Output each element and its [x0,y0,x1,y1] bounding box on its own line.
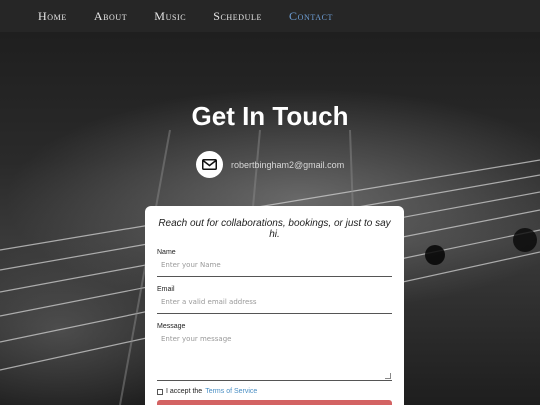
message-textarea[interactable]: Enter your message [157,330,392,381]
resize-handle-icon[interactable] [385,373,391,379]
nav-schedule[interactable]: Schedule [213,9,262,24]
terms-checkbox[interactable] [157,388,163,395]
name-label: Name [157,249,176,256]
email-input[interactable]: Enter a valid email address [157,293,392,314]
submit-button[interactable] [157,400,392,405]
nav-about[interactable]: About [94,9,127,24]
name-input[interactable]: Enter your Name [157,256,392,277]
terms-link[interactable]: Terms of Service [205,388,257,395]
nav-music[interactable]: Music [154,9,186,24]
message-label: Message [157,323,186,330]
message-placeholder: Enter your message [161,335,232,343]
terms-text: I accept the [166,388,203,395]
nav-home[interactable]: Home [38,9,67,24]
form-tagline: Reach out for collaborations, bookings, … [158,218,391,240]
envelope-icon[interactable] [196,151,223,178]
terms-row: I accept the Terms of Service [157,388,392,395]
email-label: Email [157,286,175,293]
nav-contact[interactable]: Contact [289,9,333,24]
contact-form-card: Reach out for collaborations, bookings, … [145,206,404,405]
top-navigation: Home About Music Schedule Contact [0,0,540,32]
contact-email-row: robertbingham2@gmail.com [196,151,344,178]
page-title: Get In Touch [191,101,349,131]
contact-email-text[interactable]: robertbingham2@gmail.com [231,160,344,170]
